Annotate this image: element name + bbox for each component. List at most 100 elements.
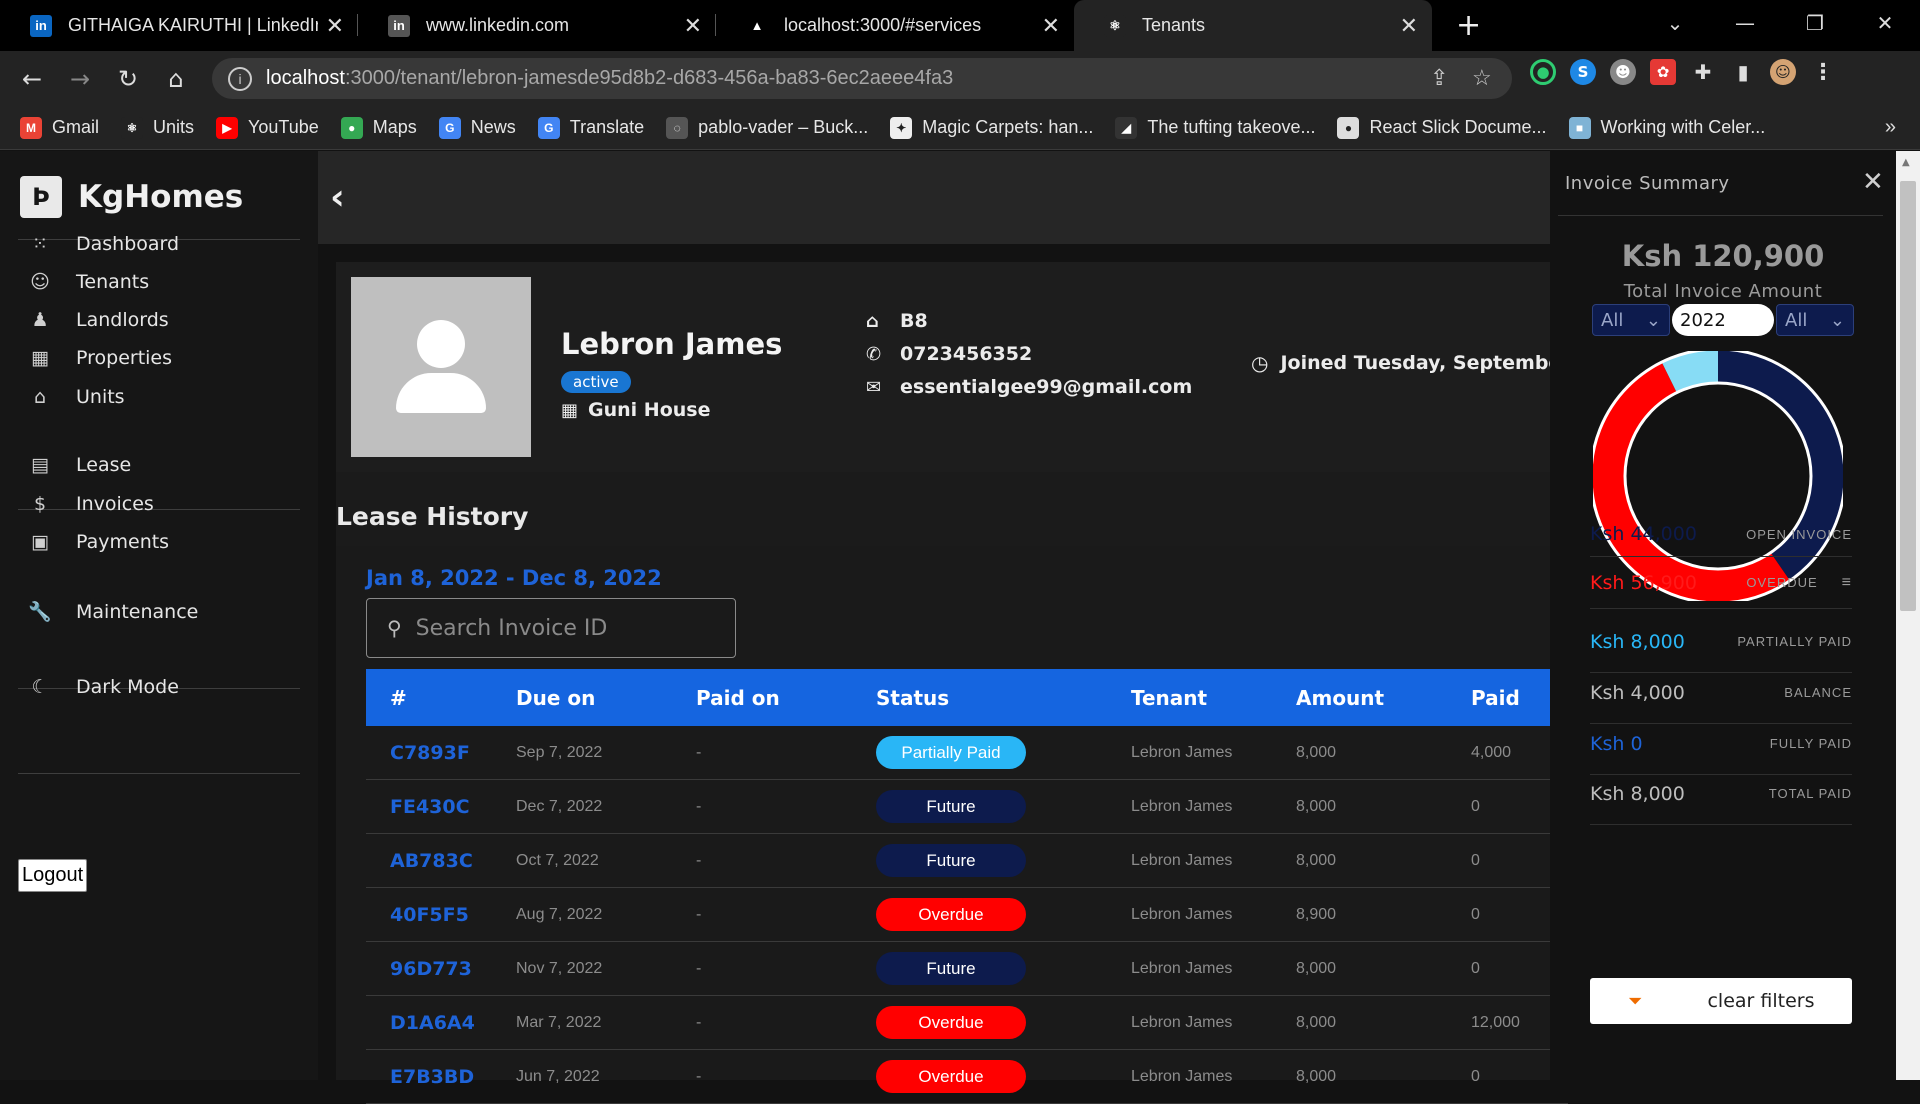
cell-id[interactable]: C7893F	[366, 742, 516, 764]
cell-paid-on: -	[696, 851, 702, 869]
sidebar-item-tenants[interactable]: ☺ Tenants	[28, 271, 149, 293]
column-header[interactable]: Status	[876, 686, 1131, 710]
cell-due: Nov 7, 2022	[516, 959, 603, 977]
wrench-icon: 🔧	[28, 601, 52, 623]
bookmark-item[interactable]: ⚛ Units	[121, 116, 194, 139]
clear-filters-button[interactable]: ⏷ clear filters	[1590, 978, 1852, 1024]
restore-icon[interactable]: ❐	[1780, 11, 1850, 35]
sidebar-item-units[interactable]: ⌂ Units	[28, 386, 125, 408]
scrollbar-thumb[interactable]	[1900, 181, 1916, 611]
browser-tab[interactable]: ▲ localhost:3000/#services ✕	[716, 0, 1074, 51]
sidebar-item-payments[interactable]: ▣ Payments	[28, 531, 169, 553]
column-header[interactable]: Tenant	[1131, 686, 1296, 710]
sidebar-item-label: Dark Mode	[76, 676, 179, 698]
cell-id[interactable]: D1A6A4	[366, 1012, 516, 1034]
close-tab-icon[interactable]: ✕	[1042, 13, 1060, 39]
share-icon[interactable]: ⇪	[1430, 65, 1448, 91]
table-row[interactable]: D1A6A4 Mar 7, 2022 - Overdue Lebron James 8,0…	[366, 996, 1568, 1050]
cell-amount: 8,000	[1296, 851, 1337, 869]
sidebar-item-lease[interactable]: ▤ Lease	[28, 454, 131, 476]
bookmark-item[interactable]: ◌ pablo-vader – Buck...	[666, 116, 868, 139]
site-info-icon[interactable]: i	[228, 66, 252, 91]
table-row[interactable]: 96D773 Nov 7, 2022 - Future Lebron James 8,00…	[366, 942, 1568, 996]
cell-id[interactable]: 40F5F5	[366, 904, 516, 926]
brand[interactable]: Þ KgHomes	[20, 176, 243, 218]
column-header[interactable]: Due on	[516, 686, 696, 710]
cell-due: Dec 7, 2022	[516, 797, 603, 815]
extension-red-icon[interactable]: ✿	[1650, 59, 1676, 85]
status-filter-select[interactable]: All ⌄	[1592, 304, 1670, 336]
column-header[interactable]: Amount	[1296, 686, 1471, 710]
sidepanel-icon[interactable]: ▮	[1730, 59, 1756, 85]
cell-id[interactable]: E7B3BD	[366, 1066, 516, 1088]
close-tab-icon[interactable]: ✕	[326, 13, 344, 39]
reload-icon[interactable]: ↻	[104, 65, 152, 93]
browser-tab[interactable]: in www.linkedin.com ✕	[358, 0, 716, 51]
column-header[interactable]: #	[366, 686, 516, 710]
bookmark-item[interactable]: ● React Slick Docume...	[1337, 116, 1547, 139]
joined-value: Joined Tuesday, September	[1280, 352, 1571, 374]
sidebar-item-dark-mode[interactable]: ☾ Dark Mode	[28, 676, 179, 698]
table-row[interactable]: 40F5F5 Aug 7, 2022 - Overdue Lebron James 8,9…	[366, 888, 1568, 942]
star-icon[interactable]: ☆	[1472, 65, 1492, 91]
month-filter-select[interactable]: All ⌄	[1776, 304, 1854, 336]
sidebar-item-invoices[interactable]: $ Invoices	[28, 493, 154, 515]
close-window-icon[interactable]: ✕	[1850, 11, 1920, 35]
bookmark-item[interactable]: ▶ YouTube	[216, 116, 319, 139]
table-row[interactable]: AB783C Oct 7, 2022 - Future Lebron James 8,00…	[366, 834, 1568, 888]
invoice-search[interactable]: ⚲	[366, 598, 736, 658]
table-row[interactable]: C7893F Sep 7, 2022 - Partially Paid Lebron J…	[366, 726, 1568, 780]
puzzle-icon[interactable]: ✚	[1690, 59, 1716, 85]
logout-button[interactable]: Logout	[18, 859, 88, 892]
tab-search-icon[interactable]: ⌄	[1640, 11, 1710, 35]
sidebar-item-dashboard[interactable]: ⁙ Dashboard	[28, 233, 179, 255]
status-badge: active	[561, 371, 631, 393]
search-input[interactable]	[415, 615, 716, 641]
sidebar-item-maintenance[interactable]: 🔧 Maintenance	[28, 600, 198, 624]
react-icon: ⚛	[121, 116, 144, 139]
extension-blue-icon[interactable]: S	[1570, 59, 1596, 85]
bookmark-item[interactable]: ■ Working with Celer...	[1568, 116, 1765, 139]
cell-status: Overdue	[876, 1060, 1131, 1093]
table-row[interactable]: E7B3BD Jun 7, 2022 - Overdue Lebron James 8,0…	[366, 1050, 1568, 1104]
close-tab-icon[interactable]: ✕	[1400, 13, 1418, 39]
address-bar[interactable]: i localhost:3000/tenant/lebron-jamesde95…	[212, 58, 1512, 99]
page-scrollbar[interactable]: ▲	[1896, 151, 1920, 1080]
extension-green-icon[interactable]: ●	[1530, 59, 1556, 85]
minimize-icon[interactable]: —	[1710, 11, 1780, 35]
scroll-up-icon[interactable]: ▲	[1902, 157, 1910, 168]
close-icon[interactable]: ✕	[1862, 167, 1884, 197]
gmail-icon: M	[20, 116, 42, 139]
sidebar-item-properties[interactable]: ▦ Properties	[28, 347, 172, 369]
more-bookmarks-icon[interactable]: »	[1885, 116, 1896, 139]
total-invoice-label: Total Invoice Amount	[1623, 281, 1823, 302]
bookmark-item[interactable]: ● Maps	[340, 116, 417, 139]
cell-id[interactable]: AB783C	[366, 850, 516, 872]
back-arrow-icon[interactable]: ←	[8, 65, 56, 93]
browser-tab[interactable]: ⚛ Tenants ✕	[1074, 0, 1432, 51]
summary-label: PARTIALLY PAID	[1737, 634, 1852, 649]
profile-avatar-icon[interactable]: ☺	[1770, 59, 1796, 85]
table-row[interactable]: FE430C Dec 7, 2022 - Future Lebron James 8,00…	[366, 780, 1568, 834]
browser-tab[interactable]: in GITHAIGA KAIRUTHI | LinkedIn ✕	[0, 0, 358, 51]
close-tab-icon[interactable]: ✕	[684, 13, 702, 39]
year-filter-select[interactable]: 2022	[1672, 304, 1774, 336]
filter-icon[interactable]: ≡	[1842, 574, 1852, 592]
forward-arrow-icon[interactable]: →	[56, 65, 104, 93]
extension-face-icon[interactable]: ☻	[1610, 59, 1636, 85]
cell-id[interactable]: 96D773	[366, 958, 516, 980]
bookmark-item[interactable]: G Translate	[537, 116, 644, 139]
bookmark-item[interactable]: ✦ Magic Carpets: han...	[890, 116, 1093, 139]
lease-date-range[interactable]: Jan 8, 2022 - Dec 8, 2022	[366, 566, 662, 590]
cell-id[interactable]: FE430C	[366, 796, 516, 818]
home-icon[interactable]: ⌂	[152, 65, 200, 93]
bookmark-item[interactable]: ◢ The tufting takeove...	[1115, 116, 1315, 139]
column-header[interactable]: Paid on	[696, 686, 876, 710]
menu-kebab-icon[interactable]: ⋮	[1810, 59, 1836, 85]
summary-row: Ksh 44,000 OPEN INVOICE	[1590, 512, 1852, 557]
new-tab-button[interactable]: +	[1432, 0, 1505, 51]
back-chevron-icon[interactable]: ‹	[330, 177, 345, 218]
bookmark-item[interactable]: M Gmail	[20, 116, 99, 139]
bookmark-item[interactable]: G News	[438, 116, 516, 139]
sidebar-item-landlords[interactable]: ♟ Landlords	[28, 309, 168, 331]
